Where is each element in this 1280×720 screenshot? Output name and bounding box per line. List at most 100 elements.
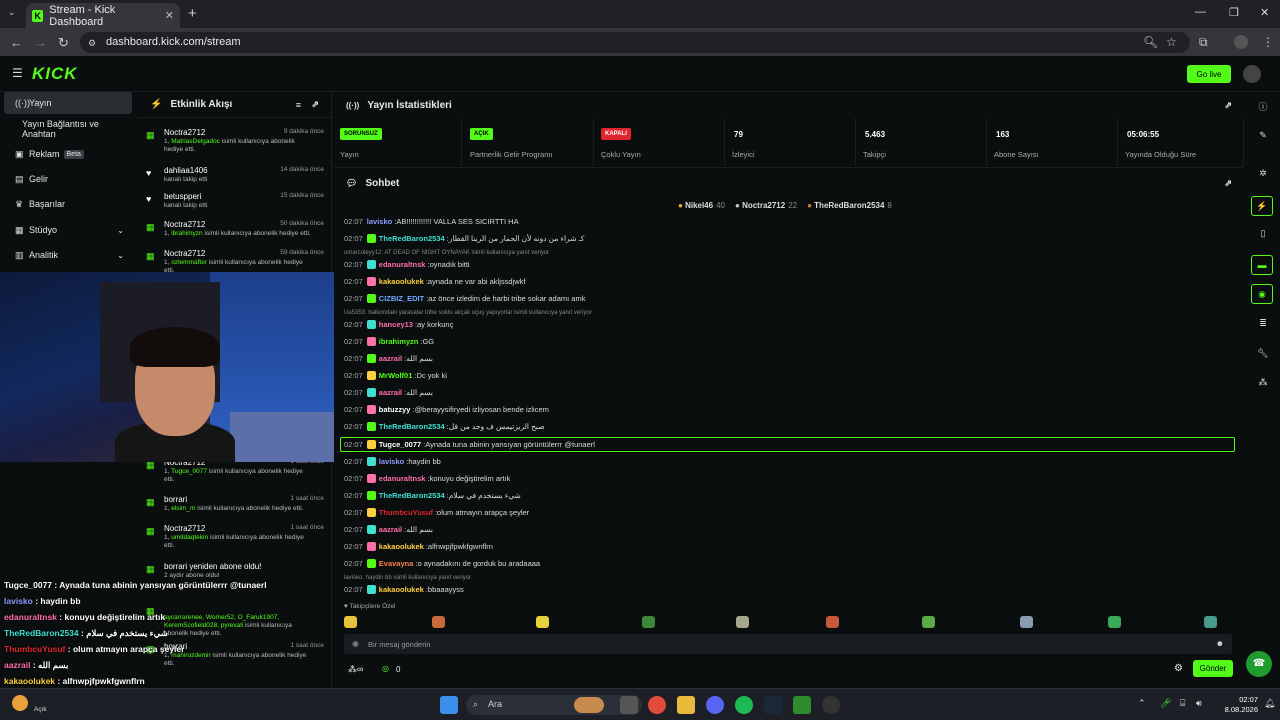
chat-username[interactable]: TheRedBaron2534 [379,234,445,243]
chat-username[interactable]: kakaoolukek [379,585,424,594]
help-chat-icon[interactable]: ☎ [1246,651,1272,677]
chat-username[interactable]: TheRedBaron2534 [379,422,445,431]
emote-icon[interactable] [826,616,839,628]
steam-icon[interactable] [764,696,782,714]
chat-settings-icon[interactable]: ⚙ [1174,663,1183,674]
app-icon[interactable] [793,696,811,714]
file-explorer-icon[interactable] [677,696,695,714]
network-icon[interactable]: ⌸ [1180,698,1185,709]
weather-icon[interactable] [12,695,28,711]
emote-icon[interactable] [432,616,445,628]
new-tab-icon[interactable]: + [188,5,197,22]
emoji-icon[interactable]: ☻ [1216,639,1224,648]
minimize-icon[interactable]: — [1195,6,1206,18]
edit-icon[interactable]: ✎ [1257,130,1269,142]
chat-username[interactable]: lavisko [379,457,404,466]
chat-username[interactable]: aazrail [379,388,402,397]
go-live-button[interactable]: Go live [1187,65,1231,83]
tray-chevron-icon[interactable]: ⌃ [1138,698,1146,709]
popout-icon[interactable]: ⇗ [311,99,319,110]
card-icon[interactable]: ▯ [1257,228,1269,240]
discord-icon[interactable] [706,696,724,714]
share-icon[interactable]: ⁂∞ [348,664,363,675]
site-info-icon[interactable]: ⚙ [88,38,96,49]
maximize-icon[interactable]: ❐ [1229,6,1239,19]
chat-username[interactable]: TheRedBaron2534 [379,491,445,500]
emote-icon[interactable] [922,616,935,628]
sidebar-item-analitik[interactable]: ▥ Analitik ⌄ [4,244,132,266]
notification-bell-icon[interactable]: 🔔︎ [1264,698,1275,709]
hamburger-menu-icon[interactable]: ☰ [12,66,23,80]
quick-action-lightning-icon[interactable]: ⚡ [1251,196,1273,216]
chat-username[interactable]: edanuraltnsk [379,474,426,483]
forward-icon[interactable]: → [34,35,47,50]
reload-icon[interactable]: ↻ [58,35,69,51]
tab-list-icon[interactable]: ⌄ [8,7,16,18]
spotify-icon[interactable] [735,696,753,714]
profile-icon[interactable] [1234,35,1248,49]
chat-username[interactable]: ibrahimyzn [379,337,419,346]
chat-username[interactable]: CIZBIZ_EDIT [379,294,424,303]
chat-username[interactable]: Evavayna [379,559,414,568]
emote-icon[interactable] [642,616,655,628]
chat-input[interactable]: Bir mesaj gönderin ◉ ☻ [344,634,1232,654]
windows-start-icon[interactable] [440,696,458,714]
popout-icon[interactable]: ⇗ [1224,100,1232,111]
sidebar-item-gelir[interactable]: ▤ Gelir [4,168,132,190]
microphone-icon[interactable]: 🎤︎ [1160,698,1171,709]
chat-username[interactable]: kakaoolukek [379,542,424,551]
sidebar-item-reklam[interactable]: ▣ Reklam Beta [4,143,132,165]
chat-username[interactable]: Tugce_0077 [379,440,421,449]
close-tab-icon[interactable]: ✕ [165,9,174,22]
chat-username[interactable]: MrWolf01 [379,371,413,380]
kick-logo[interactable]: KICK [32,64,78,84]
popout-icon[interactable]: ⇗ [1224,178,1232,189]
task-view-icon[interactable] [620,696,638,714]
close-window-icon[interactable]: ✕ [1260,6,1269,19]
url-field[interactable]: dashboard.kick.com/stream [80,32,1190,53]
sidebar-item-stream-key[interactable]: Yayın Bağlantısı ve Anahtarı [4,118,132,140]
info-icon[interactable]: ⓘ [1257,100,1269,112]
emote-icon[interactable] [1204,616,1217,628]
share-network-icon[interactable]: ⁂ [1257,377,1269,389]
wrench-icon[interactable]: 🔧︎ [1257,348,1269,360]
raid-icon[interactable]: ✲ [1257,168,1269,180]
broadcast-toggle-icon[interactable]: ◉ [1251,284,1273,304]
send-button[interactable]: Gönder [1193,660,1233,677]
chat-username[interactable]: lavisko [367,217,392,226]
volume-icon[interactable]: 🔊︎ [1196,698,1202,709]
feed-item-desc: 1, mahirozdemir isimli kullanıcıya abone… [164,652,314,668]
chat-username[interactable]: batuzzyy [379,405,411,414]
chat-toggle-icon[interactable]: ▬ [1251,255,1273,275]
avatar[interactable] [1243,65,1261,83]
emote-icon[interactable] [1108,616,1121,628]
chat-text: كـ شراء من دونه لأن الحمار من الرينا الق… [448,234,585,243]
obs-icon[interactable] [822,696,840,714]
bookmark-star-icon[interactable]: ☆ [1166,35,1177,49]
browser-tab[interactable]: K Stream - Kick Dashboard ✕ [26,3,180,28]
emote-icon[interactable] [344,616,357,628]
back-icon[interactable]: ← [10,35,23,50]
chat-username[interactable]: aazrail [379,354,402,363]
emote-icon[interactable] [536,616,549,628]
layers-icon[interactable]: ≣ [1257,318,1269,330]
chrome-icon[interactable] [648,696,666,714]
chat-username[interactable]: ThumbcuYusuf [379,508,433,517]
filter-icon[interactable]: ≡ [296,100,301,110]
chat-username[interactable]: edanuraltnsk [379,260,426,269]
chat-username[interactable]: aazrail [379,525,402,534]
taskbar-clock[interactable]: 02:07 8.08.2026 [1216,695,1258,715]
browser-menu-icon[interactable]: ⋮ [1262,35,1274,49]
sidebar-item-basarilar[interactable]: ♛ Başarılar [4,193,132,215]
emote-icon[interactable] [1020,616,1033,628]
points-icon[interactable]: ◎ [382,664,389,673]
sidebar-item-studyo[interactable]: ▦ Stüdyo ⌄ [4,219,132,241]
chat-username[interactable]: kakaoolukek [379,277,424,286]
chat-message: 02:07 aazrail: بسم الله [344,525,433,534]
taskbar-search[interactable]: ⌕ Ara [466,695,642,715]
chat-username[interactable]: hancey13 [379,320,413,329]
zoom-icon[interactable]: 🔍︎ [1143,35,1158,49]
emote-icon[interactable] [736,616,749,628]
sidebar-item-yayin[interactable]: ((·)) Yayın [4,92,132,114]
extensions-icon[interactable]: ⧉ [1199,35,1208,50]
